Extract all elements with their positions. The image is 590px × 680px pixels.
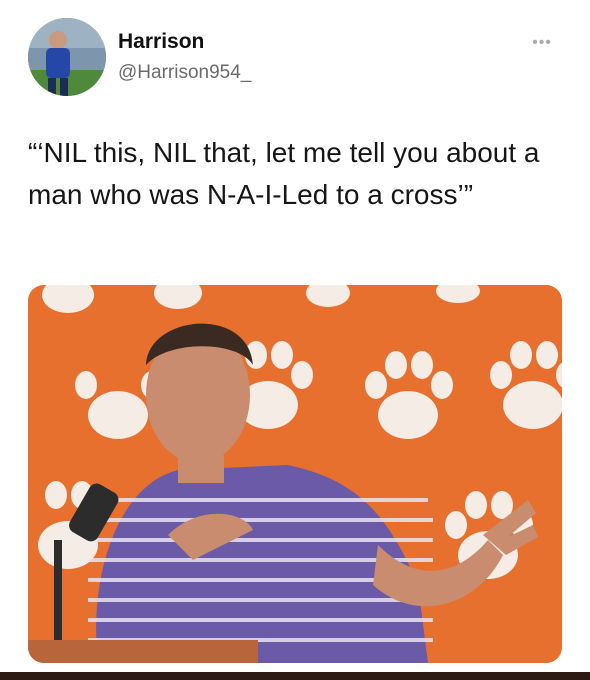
avatar-image (28, 18, 106, 96)
display-name[interactable]: Harrison (118, 30, 204, 54)
tweet-text: “‘NIL this, NIL that, let me tell you ab… (28, 137, 540, 210)
more-options-icon[interactable]: ••• (532, 34, 552, 52)
bottom-bar (0, 672, 590, 680)
tweet-image[interactable] (28, 285, 562, 663)
tweet-card: Harrison @Harrison954_ ••• “‘NIL this, N… (0, 0, 590, 680)
user-handle[interactable]: @Harrison954_ (118, 62, 251, 84)
avatar[interactable] (28, 18, 106, 96)
press-conference-photo (28, 285, 562, 663)
